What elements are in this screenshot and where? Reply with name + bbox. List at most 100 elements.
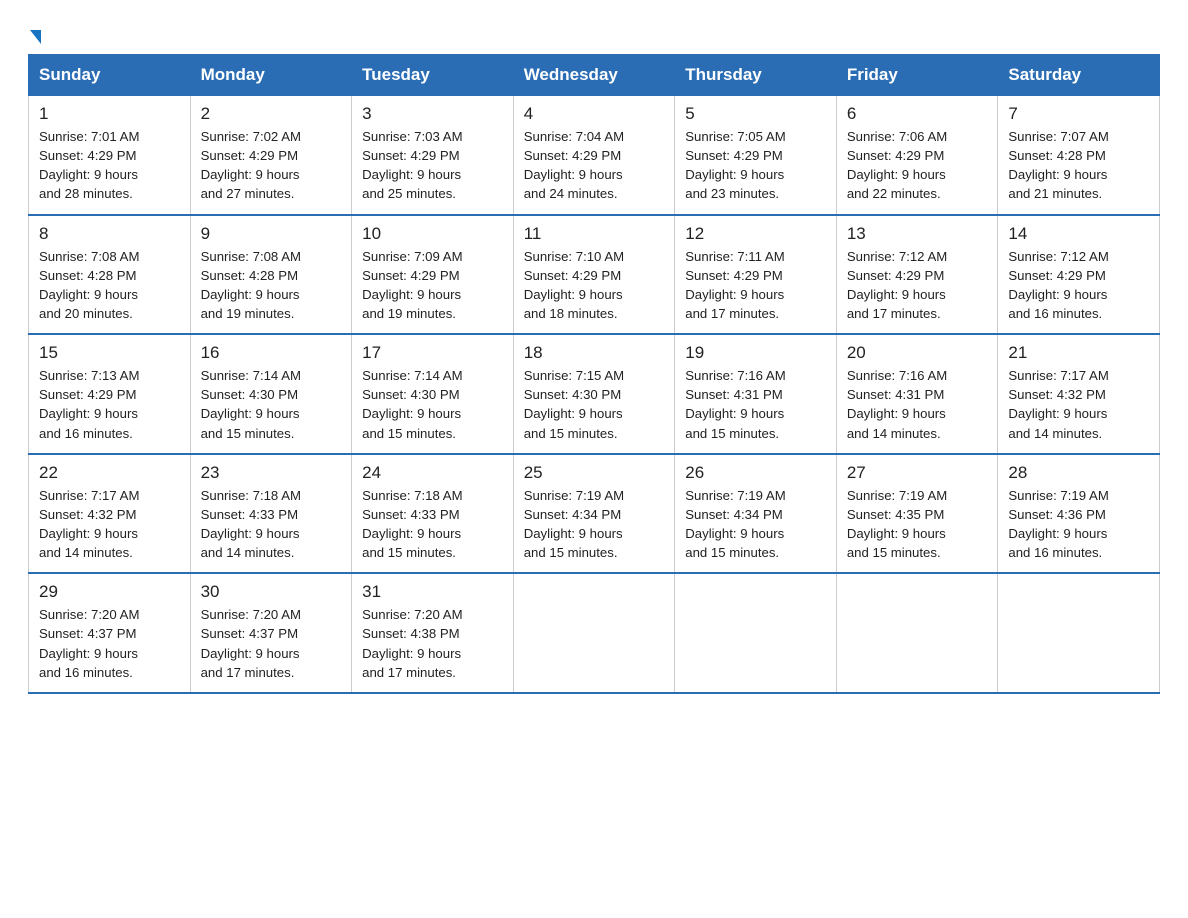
calendar-week-2: 8 Sunrise: 7:08 AMSunset: 4:28 PMDayligh… bbox=[29, 215, 1160, 335]
day-number: 7 bbox=[1008, 104, 1149, 124]
calendar-cell bbox=[998, 573, 1160, 693]
calendar-cell: 1 Sunrise: 7:01 AMSunset: 4:29 PMDayligh… bbox=[29, 96, 191, 215]
calendar-cell bbox=[836, 573, 998, 693]
calendar-cell: 19 Sunrise: 7:16 AMSunset: 4:31 PMDaylig… bbox=[675, 334, 837, 454]
day-number: 14 bbox=[1008, 224, 1149, 244]
calendar-cell: 24 Sunrise: 7:18 AMSunset: 4:33 PMDaylig… bbox=[352, 454, 514, 574]
day-number: 17 bbox=[362, 343, 503, 363]
day-number: 15 bbox=[39, 343, 180, 363]
day-info: Sunrise: 7:11 AMSunset: 4:29 PMDaylight:… bbox=[685, 247, 826, 324]
calendar-cell: 10 Sunrise: 7:09 AMSunset: 4:29 PMDaylig… bbox=[352, 215, 514, 335]
day-number: 26 bbox=[685, 463, 826, 483]
day-info: Sunrise: 7:07 AMSunset: 4:28 PMDaylight:… bbox=[1008, 127, 1149, 204]
day-number: 13 bbox=[847, 224, 988, 244]
day-number: 9 bbox=[201, 224, 342, 244]
logo bbox=[28, 24, 41, 44]
day-info: Sunrise: 7:17 AMSunset: 4:32 PMDaylight:… bbox=[1008, 366, 1149, 443]
calendar-cell: 25 Sunrise: 7:19 AMSunset: 4:34 PMDaylig… bbox=[513, 454, 675, 574]
day-number: 19 bbox=[685, 343, 826, 363]
day-number: 5 bbox=[685, 104, 826, 124]
calendar-cell: 12 Sunrise: 7:11 AMSunset: 4:29 PMDaylig… bbox=[675, 215, 837, 335]
calendar-cell: 4 Sunrise: 7:04 AMSunset: 4:29 PMDayligh… bbox=[513, 96, 675, 215]
day-info: Sunrise: 7:10 AMSunset: 4:29 PMDaylight:… bbox=[524, 247, 665, 324]
page: SundayMondayTuesdayWednesdayThursdayFrid… bbox=[0, 0, 1188, 714]
day-header-thursday: Thursday bbox=[675, 55, 837, 96]
day-info: Sunrise: 7:12 AMSunset: 4:29 PMDaylight:… bbox=[847, 247, 988, 324]
day-info: Sunrise: 7:20 AMSunset: 4:38 PMDaylight:… bbox=[362, 605, 503, 682]
calendar-cell: 22 Sunrise: 7:17 AMSunset: 4:32 PMDaylig… bbox=[29, 454, 191, 574]
day-info: Sunrise: 7:03 AMSunset: 4:29 PMDaylight:… bbox=[362, 127, 503, 204]
calendar-cell: 15 Sunrise: 7:13 AMSunset: 4:29 PMDaylig… bbox=[29, 334, 191, 454]
calendar-cell: 31 Sunrise: 7:20 AMSunset: 4:38 PMDaylig… bbox=[352, 573, 514, 693]
day-number: 18 bbox=[524, 343, 665, 363]
calendar-week-5: 29 Sunrise: 7:20 AMSunset: 4:37 PMDaylig… bbox=[29, 573, 1160, 693]
calendar-cell: 18 Sunrise: 7:15 AMSunset: 4:30 PMDaylig… bbox=[513, 334, 675, 454]
calendar-cell: 9 Sunrise: 7:08 AMSunset: 4:28 PMDayligh… bbox=[190, 215, 352, 335]
calendar-cell: 3 Sunrise: 7:03 AMSunset: 4:29 PMDayligh… bbox=[352, 96, 514, 215]
day-info: Sunrise: 7:15 AMSunset: 4:30 PMDaylight:… bbox=[524, 366, 665, 443]
day-number: 23 bbox=[201, 463, 342, 483]
day-number: 27 bbox=[847, 463, 988, 483]
day-header-friday: Friday bbox=[836, 55, 998, 96]
logo-arrow-icon bbox=[30, 30, 41, 44]
day-number: 29 bbox=[39, 582, 180, 602]
day-info: Sunrise: 7:17 AMSunset: 4:32 PMDaylight:… bbox=[39, 486, 180, 563]
day-info: Sunrise: 7:14 AMSunset: 4:30 PMDaylight:… bbox=[201, 366, 342, 443]
calendar-cell: 2 Sunrise: 7:02 AMSunset: 4:29 PMDayligh… bbox=[190, 96, 352, 215]
day-number: 1 bbox=[39, 104, 180, 124]
calendar-cell: 17 Sunrise: 7:14 AMSunset: 4:30 PMDaylig… bbox=[352, 334, 514, 454]
calendar-cell: 28 Sunrise: 7:19 AMSunset: 4:36 PMDaylig… bbox=[998, 454, 1160, 574]
day-info: Sunrise: 7:06 AMSunset: 4:29 PMDaylight:… bbox=[847, 127, 988, 204]
day-number: 22 bbox=[39, 463, 180, 483]
day-number: 21 bbox=[1008, 343, 1149, 363]
day-number: 3 bbox=[362, 104, 503, 124]
calendar-cell: 29 Sunrise: 7:20 AMSunset: 4:37 PMDaylig… bbox=[29, 573, 191, 693]
header bbox=[28, 24, 1160, 44]
day-info: Sunrise: 7:04 AMSunset: 4:29 PMDaylight:… bbox=[524, 127, 665, 204]
calendar-cell: 5 Sunrise: 7:05 AMSunset: 4:29 PMDayligh… bbox=[675, 96, 837, 215]
calendar-cell: 20 Sunrise: 7:16 AMSunset: 4:31 PMDaylig… bbox=[836, 334, 998, 454]
day-info: Sunrise: 7:13 AMSunset: 4:29 PMDaylight:… bbox=[39, 366, 180, 443]
day-info: Sunrise: 7:19 AMSunset: 4:36 PMDaylight:… bbox=[1008, 486, 1149, 563]
day-info: Sunrise: 7:20 AMSunset: 4:37 PMDaylight:… bbox=[39, 605, 180, 682]
calendar-week-3: 15 Sunrise: 7:13 AMSunset: 4:29 PMDaylig… bbox=[29, 334, 1160, 454]
day-number: 20 bbox=[847, 343, 988, 363]
calendar-cell: 14 Sunrise: 7:12 AMSunset: 4:29 PMDaylig… bbox=[998, 215, 1160, 335]
day-info: Sunrise: 7:18 AMSunset: 4:33 PMDaylight:… bbox=[201, 486, 342, 563]
day-number: 6 bbox=[847, 104, 988, 124]
day-header-saturday: Saturday bbox=[998, 55, 1160, 96]
calendar-cell: 6 Sunrise: 7:06 AMSunset: 4:29 PMDayligh… bbox=[836, 96, 998, 215]
calendar-cell: 23 Sunrise: 7:18 AMSunset: 4:33 PMDaylig… bbox=[190, 454, 352, 574]
day-number: 31 bbox=[362, 582, 503, 602]
calendar-cell: 16 Sunrise: 7:14 AMSunset: 4:30 PMDaylig… bbox=[190, 334, 352, 454]
day-number: 10 bbox=[362, 224, 503, 244]
day-header-wednesday: Wednesday bbox=[513, 55, 675, 96]
day-number: 2 bbox=[201, 104, 342, 124]
day-number: 8 bbox=[39, 224, 180, 244]
day-info: Sunrise: 7:19 AMSunset: 4:34 PMDaylight:… bbox=[524, 486, 665, 563]
day-info: Sunrise: 7:20 AMSunset: 4:37 PMDaylight:… bbox=[201, 605, 342, 682]
day-info: Sunrise: 7:05 AMSunset: 4:29 PMDaylight:… bbox=[685, 127, 826, 204]
day-info: Sunrise: 7:16 AMSunset: 4:31 PMDaylight:… bbox=[685, 366, 826, 443]
day-info: Sunrise: 7:01 AMSunset: 4:29 PMDaylight:… bbox=[39, 127, 180, 204]
calendar-week-4: 22 Sunrise: 7:17 AMSunset: 4:32 PMDaylig… bbox=[29, 454, 1160, 574]
day-info: Sunrise: 7:19 AMSunset: 4:35 PMDaylight:… bbox=[847, 486, 988, 563]
day-number: 11 bbox=[524, 224, 665, 244]
calendar-cell: 13 Sunrise: 7:12 AMSunset: 4:29 PMDaylig… bbox=[836, 215, 998, 335]
day-header-monday: Monday bbox=[190, 55, 352, 96]
calendar-cell: 26 Sunrise: 7:19 AMSunset: 4:34 PMDaylig… bbox=[675, 454, 837, 574]
calendar-cell: 27 Sunrise: 7:19 AMSunset: 4:35 PMDaylig… bbox=[836, 454, 998, 574]
calendar-body: 1 Sunrise: 7:01 AMSunset: 4:29 PMDayligh… bbox=[29, 96, 1160, 693]
day-info: Sunrise: 7:16 AMSunset: 4:31 PMDaylight:… bbox=[847, 366, 988, 443]
day-info: Sunrise: 7:19 AMSunset: 4:34 PMDaylight:… bbox=[685, 486, 826, 563]
day-info: Sunrise: 7:12 AMSunset: 4:29 PMDaylight:… bbox=[1008, 247, 1149, 324]
day-header-tuesday: Tuesday bbox=[352, 55, 514, 96]
day-number: 24 bbox=[362, 463, 503, 483]
day-header-sunday: Sunday bbox=[29, 55, 191, 96]
day-number: 30 bbox=[201, 582, 342, 602]
day-number: 16 bbox=[201, 343, 342, 363]
day-number: 25 bbox=[524, 463, 665, 483]
calendar-cell bbox=[513, 573, 675, 693]
calendar-cell: 11 Sunrise: 7:10 AMSunset: 4:29 PMDaylig… bbox=[513, 215, 675, 335]
day-header-row: SundayMondayTuesdayWednesdayThursdayFrid… bbox=[29, 55, 1160, 96]
